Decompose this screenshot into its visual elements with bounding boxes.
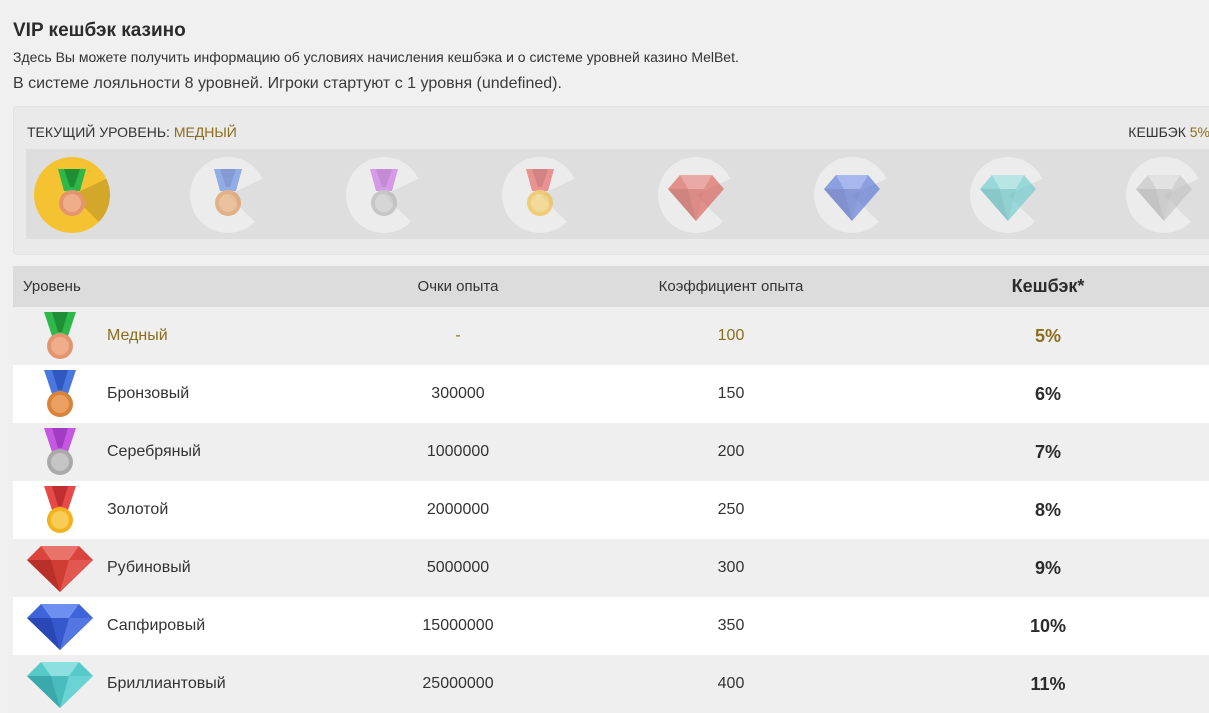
diamond-gem-icon — [980, 175, 1046, 233]
level-coef: 300 — [589, 539, 873, 597]
medal-copper-icon — [58, 169, 110, 233]
level-coef: 100 — [589, 307, 873, 365]
level-status-panel: ТЕКУЩИЙ УРОВЕНЬ: МЕДНЫЙ КЕШБЭК 5% — [13, 106, 1209, 255]
table-row: Серебряный 1000000 200 7% — [13, 423, 1209, 481]
level-points: 2000000 — [327, 481, 589, 539]
table-row: Бронзовый 300000 150 6% — [13, 365, 1209, 423]
page-title: VIP кешбэк казино — [13, 20, 186, 41]
level-points: 1000000 — [327, 423, 589, 481]
level-name: Золотой — [107, 481, 327, 539]
table-row: Рубиновый 5000000 300 9% — [13, 539, 1209, 597]
current-cashback: КЕШБЭК 5% — [1128, 124, 1209, 140]
current-level: ТЕКУЩИЙ УРОВЕНЬ: МЕДНЫЙ — [27, 124, 237, 140]
platinum-gem-icon — [1136, 175, 1202, 233]
header-points: Очки опыта — [327, 266, 589, 307]
medal-copper-icon — [44, 312, 76, 359]
badge-sapphire[interactable] — [814, 157, 890, 233]
level-coef: 150 — [589, 365, 873, 423]
level-coef: 400 — [589, 655, 873, 713]
level-cashback: 11% — [873, 655, 1209, 713]
current-level-label: ТЕКУЩИЙ УРОВЕНЬ: — [27, 124, 170, 140]
level-name: Бронзовый — [107, 365, 327, 423]
current-cashback-value: 5% — [1189, 124, 1209, 140]
badge-platinum[interactable] — [1126, 157, 1202, 233]
header-cashback: Кешбэк* — [873, 266, 1209, 307]
loyalty-info: В системе лояльности 8 уровней. Игроки с… — [13, 75, 562, 92]
medal-bronze-icon — [44, 370, 76, 417]
level-cashback: 6% — [873, 365, 1209, 423]
level-points: 300000 — [327, 365, 589, 423]
level-name: Бриллиантовый — [107, 655, 327, 713]
level-coef: 200 — [589, 423, 873, 481]
level-cashback: 5% — [873, 307, 1209, 365]
badge-silver[interactable] — [346, 157, 422, 233]
badge-diamond[interactable] — [970, 157, 1046, 233]
level-coef: 350 — [589, 597, 873, 655]
medal-gold-icon — [44, 486, 76, 533]
header-coef: Коэффициент опыта — [589, 266, 873, 307]
level-badges — [26, 149, 1209, 239]
level-cashback: 8% — [873, 481, 1209, 539]
current-cashback-label: КЕШБЭК — [1128, 124, 1186, 140]
medal-silver-icon — [370, 169, 422, 233]
diamond-gem-icon — [27, 662, 93, 708]
medal-bronze-icon — [214, 169, 266, 233]
badge-copper[interactable] — [34, 157, 110, 233]
level-name: Медный — [107, 307, 327, 365]
level-cashback: 9% — [873, 539, 1209, 597]
table-row: Медный - 100 5% — [13, 307, 1209, 365]
level-cashback: 10% — [873, 597, 1209, 655]
header-level: Уровень — [13, 266, 327, 307]
level-name: Сапфировый — [107, 597, 327, 655]
badge-gold[interactable] — [502, 157, 578, 233]
medal-silver-icon — [44, 428, 76, 475]
page-subtitle: Здесь Вы можете получить информацию об у… — [13, 49, 739, 65]
level-cashback: 7% — [873, 423, 1209, 481]
level-name: Рубиновый — [107, 539, 327, 597]
ruby-gem-icon — [27, 546, 93, 592]
levels-table: Уровень Очки опыта Коэффициент опыта Кеш… — [13, 266, 1209, 713]
table-row: Бриллиантовый 25000000 400 11% — [13, 655, 1209, 713]
level-name: Серебряный — [107, 423, 327, 481]
level-points: 15000000 — [327, 597, 589, 655]
level-points: 5000000 — [327, 539, 589, 597]
table-header-row: Уровень Очки опыта Коэффициент опыта Кеш… — [13, 266, 1209, 307]
sapphire-gem-icon — [824, 175, 890, 233]
level-points: 25000000 — [327, 655, 589, 713]
table-row: Сапфировый 15000000 350 10% — [13, 597, 1209, 655]
badge-ruby[interactable] — [658, 157, 734, 233]
ruby-gem-icon — [668, 175, 734, 233]
badge-bronze[interactable] — [190, 157, 266, 233]
sapphire-gem-icon — [27, 604, 93, 650]
current-level-value: МЕДНЫЙ — [173, 124, 237, 140]
level-points: - — [327, 307, 589, 365]
table-row: Золотой 2000000 250 8% — [13, 481, 1209, 539]
level-coef: 250 — [589, 481, 873, 539]
medal-gold-icon — [526, 169, 578, 233]
